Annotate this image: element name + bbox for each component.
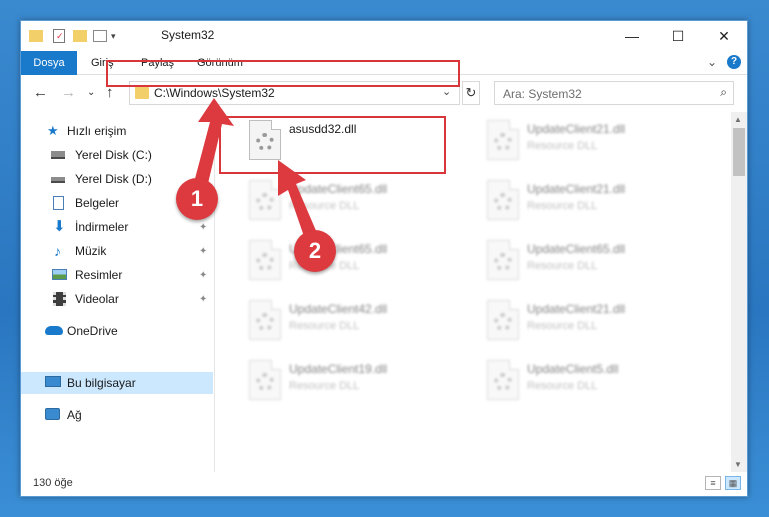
step-1-badge: 1	[176, 178, 218, 220]
step-2-badge: 2	[294, 230, 336, 272]
annotation-arrows	[192, 98, 320, 248]
